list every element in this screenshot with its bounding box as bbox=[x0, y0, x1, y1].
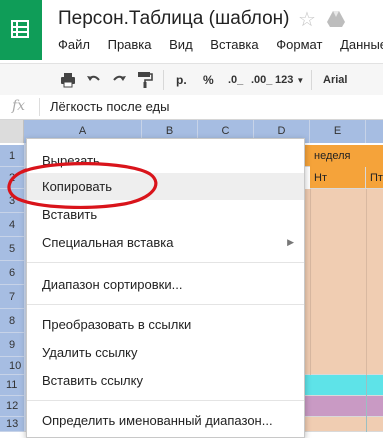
row-header[interactable]: 9 bbox=[0, 333, 24, 357]
menu-item-sort-range[interactable]: Диапазон сортировки... bbox=[27, 271, 304, 298]
row-header[interactable]: 2 bbox=[0, 167, 24, 189]
row-header[interactable]: 10 bbox=[0, 357, 24, 375]
number-format-dropdown[interactable]: 123 ▼ bbox=[275, 70, 304, 90]
increase-decimals-button[interactable]: .00_ bbox=[251, 70, 272, 90]
toolbar: р. % .0_ .00_ 123 ▼ Arial bbox=[0, 63, 383, 96]
cell-e1[interactable]: неделя bbox=[310, 145, 383, 167]
fx-icon: fx bbox=[12, 98, 26, 114]
sheet-grid-icon bbox=[11, 20, 29, 38]
row-header[interactable]: 6 bbox=[0, 261, 24, 285]
menu-item-cut[interactable]: Вырезать bbox=[27, 147, 304, 174]
sheets-logo-icon[interactable] bbox=[0, 0, 42, 60]
menu-format[interactable]: Формат bbox=[276, 37, 322, 52]
document-title[interactable]: Персон.Таблица (шаблон) bbox=[58, 8, 289, 30]
sheet-grid-divider bbox=[16, 20, 18, 38]
submenu-arrow-icon: ▶ bbox=[287, 237, 294, 247]
percent-format-button[interactable]: % bbox=[203, 70, 214, 90]
row-header[interactable]: 4 bbox=[0, 213, 24, 237]
cell-e2[interactable]: Нт bbox=[310, 167, 366, 189]
chevron-down-icon: ▼ bbox=[296, 76, 305, 85]
drive-folder-icon[interactable] bbox=[326, 10, 346, 28]
formula-bar: fx Лёгкость после еды bbox=[0, 95, 383, 120]
menu-item-remove-link[interactable]: Удалить ссылку bbox=[27, 339, 304, 366]
select-all-corner[interactable] bbox=[0, 120, 24, 143]
menu-item-insert-link[interactable]: Вставить ссылку bbox=[27, 367, 304, 394]
row-header[interactable]: 5 bbox=[0, 237, 24, 261]
grid-line bbox=[366, 375, 367, 432]
menu-bar: Файл Правка Вид Вставка Формат Данные bbox=[58, 37, 383, 52]
number-format-label: 123 bbox=[275, 74, 294, 86]
row-header[interactable]: 1 bbox=[0, 145, 24, 167]
menu-edit[interactable]: Правка bbox=[108, 37, 152, 52]
menu-view[interactable]: Вид bbox=[169, 37, 193, 52]
formula-bar-divider bbox=[39, 98, 40, 116]
menu-separator bbox=[27, 400, 304, 401]
row-header[interactable]: 8 bbox=[0, 309, 24, 333]
font-family-dropdown[interactable]: Arial bbox=[323, 70, 347, 90]
redo-icon[interactable] bbox=[111, 72, 127, 88]
row-header[interactable]: 12 bbox=[0, 396, 24, 417]
menu-insert[interactable]: Вставка bbox=[210, 37, 258, 52]
column-header-f[interactable] bbox=[366, 120, 383, 143]
menu-item-paste-special[interactable]: Специальная вставка ▶ bbox=[27, 229, 304, 256]
row-header[interactable]: 7 bbox=[0, 285, 24, 309]
menu-file[interactable]: Файл bbox=[58, 37, 90, 52]
menu-item-paste[interactable]: Вставить bbox=[27, 201, 304, 228]
menu-separator bbox=[27, 304, 304, 305]
context-menu: Вырезать Копировать Вставить Специальная… bbox=[26, 138, 305, 438]
menu-item-copy[interactable]: Копировать bbox=[27, 173, 304, 200]
print-icon[interactable] bbox=[60, 72, 76, 88]
toolbar-separator bbox=[163, 70, 164, 90]
row-header[interactable]: 13 bbox=[0, 417, 24, 432]
row-header[interactable]: 3 bbox=[0, 189, 24, 213]
toolbar-separator bbox=[311, 70, 312, 90]
decrease-decimals-button[interactable]: .0_ bbox=[228, 70, 243, 90]
cell-e1-text: неделя bbox=[314, 150, 351, 162]
menu-item-convert-to-links[interactable]: Преобразовать в ссылки bbox=[27, 311, 304, 338]
formula-input[interactable]: Лёгкость после еды bbox=[50, 99, 169, 114]
menu-item-label: Специальная вставка bbox=[42, 235, 174, 250]
star-icon[interactable]: ☆ bbox=[298, 7, 316, 32]
cell-f2[interactable]: Пт bbox=[366, 167, 383, 189]
menu-separator bbox=[27, 262, 304, 263]
paint-format-icon[interactable] bbox=[137, 71, 153, 89]
currency-format-button[interactable]: р. bbox=[176, 70, 187, 90]
menu-data[interactable]: Данные bbox=[340, 37, 383, 52]
column-header-e[interactable]: E bbox=[310, 120, 366, 143]
undo-icon[interactable] bbox=[86, 72, 102, 88]
row-header[interactable]: 11 bbox=[0, 375, 24, 396]
menu-item-define-named-range[interactable]: Определить именованный диапазон... bbox=[27, 407, 304, 434]
